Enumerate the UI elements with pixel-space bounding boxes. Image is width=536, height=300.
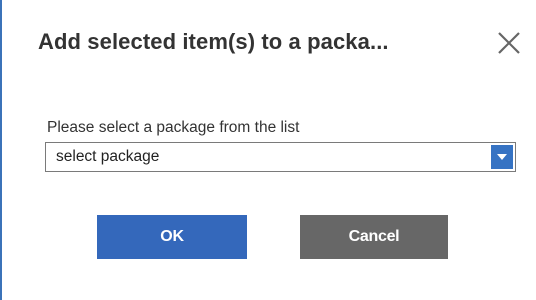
close-icon[interactable]	[494, 28, 524, 58]
triangle-down-icon	[497, 154, 507, 160]
dialog-title: Add selected item(s) to a packa...	[38, 29, 389, 54]
package-select[interactable]: select package	[45, 142, 516, 172]
dropdown-button[interactable]	[491, 145, 513, 169]
package-select-value: select package	[56, 148, 160, 165]
package-select-label: Please select a package from the list	[47, 119, 300, 136]
ok-button[interactable]: OK	[97, 215, 247, 259]
add-to-package-dialog: Add selected item(s) to a packa... Pleas…	[0, 0, 536, 300]
close-icon-glyph	[498, 32, 520, 54]
cancel-button[interactable]: Cancel	[300, 215, 448, 259]
